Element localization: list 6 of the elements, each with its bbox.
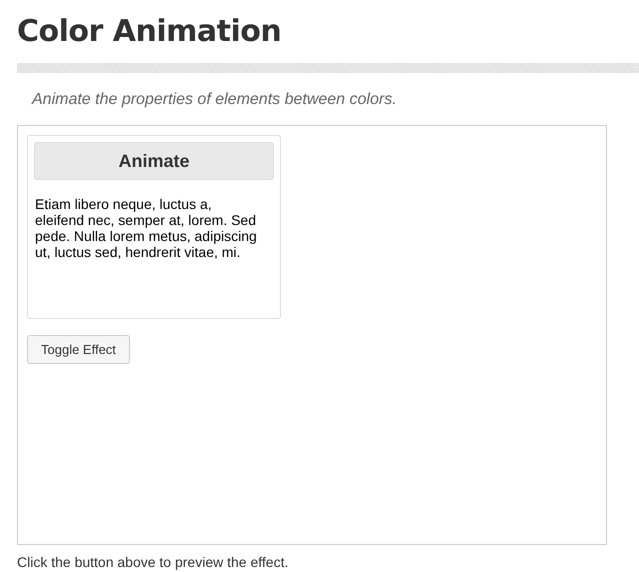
page-title: Color Animation	[17, 13, 282, 51]
panel-header: Animate	[34, 142, 274, 180]
footer-note: Click the button above to preview the effect.	[17, 554, 290, 570]
toggle-effect-button[interactable]: Toggle Effect	[27, 335, 130, 364]
panel-text: Etiam libero neque, luctus a, eleifend nec, semper at, lorem. Sed pede. Nulla lorem metus, adipiscing ut, luctus sed, hendrerit vitae, mi.	[35, 196, 258, 260]
page-description: Animate the properties of elements between colors.	[32, 90, 398, 110]
